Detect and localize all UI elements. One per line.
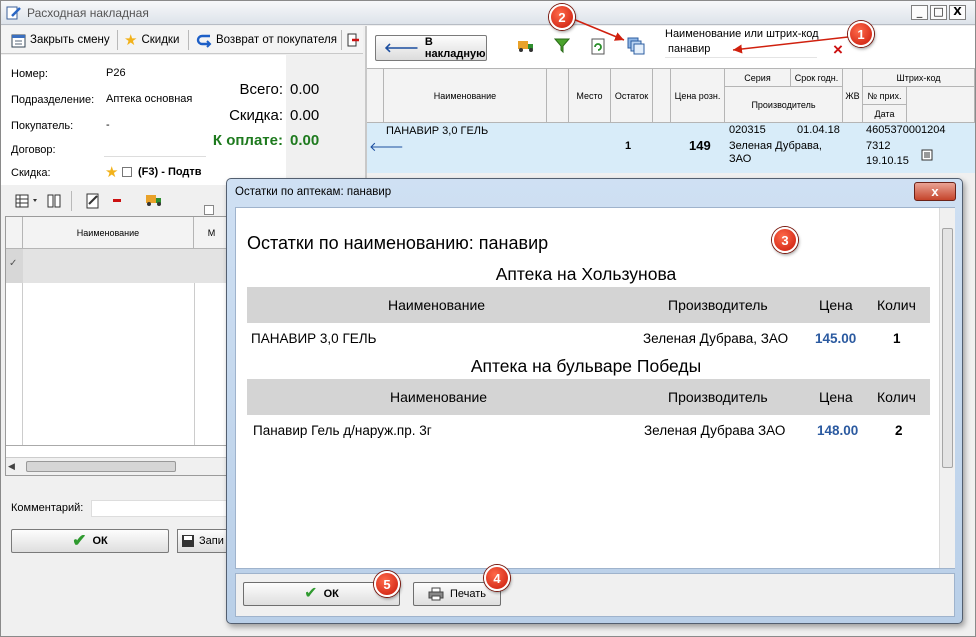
- callout-badge: 2: [549, 4, 575, 30]
- callout-badge: 4: [484, 565, 510, 591]
- arrow-to-search: [732, 36, 849, 54]
- callout-badge: 3: [772, 227, 798, 253]
- annotation-arrows: [572, 18, 849, 54]
- arrow-to-stock-button: [572, 18, 625, 41]
- callout-badge: 1: [848, 21, 874, 47]
- callout-badge: 5: [374, 571, 400, 597]
